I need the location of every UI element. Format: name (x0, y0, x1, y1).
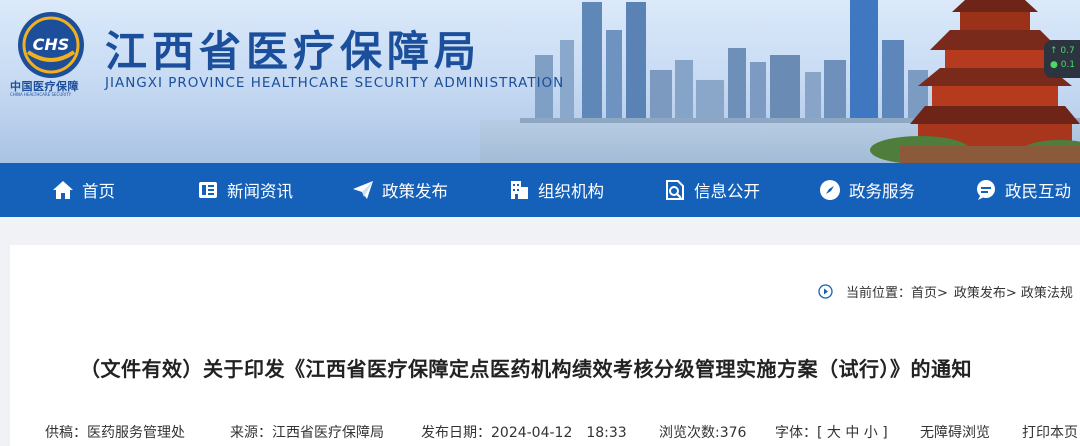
widget-line-top: ↑ 0.7 (1050, 46, 1075, 56)
nav-item-interaction[interactable]: 政民互动 (975, 163, 1071, 217)
meta-source-dept: 供稿：医药服务管理处 (45, 425, 185, 441)
stock-widget[interactable]: ↑ 0.7 ● 0.1 (1044, 40, 1080, 78)
breadcrumb-policy[interactable]: 政策发布> (954, 282, 1017, 301)
breadcrumb: 当前位置： 首页> 政策发布> 政策法规 (818, 282, 1073, 301)
city-skyline-image (520, 0, 1080, 163)
nav-label: 政民互动 (1005, 182, 1071, 201)
nav-label: 政务服务 (849, 182, 915, 201)
compass-icon (819, 179, 841, 201)
header-banner: CHS 中国医疗保障 CHINA HEALTHCARE SECURITY 江西省… (0, 0, 1080, 163)
nav-item-organization[interactable]: 组织机构 (508, 163, 604, 217)
accessibility-link[interactable]: 无障碍浏览 (920, 422, 990, 442)
breadcrumb-regulations[interactable]: 政策法规 (1021, 282, 1073, 301)
breadcrumb-home[interactable]: 首页> (911, 282, 948, 301)
logo-english-text: CHINA HEALTHCARE SECURITY (10, 92, 72, 97)
nav-item-services[interactable]: 政务服务 (819, 163, 915, 217)
site-title-en: JIANGXI PROVINCE HEALTHCARE SECURITY ADM… (105, 75, 565, 91)
main-nav: 首页 新闻资讯 政策发布 组织机构 信息公开 政务服务 政民互动 (0, 163, 1080, 217)
meta-publish-date: 发布日期：2024-04-12 18:33 (421, 425, 627, 441)
article-title: （文件有效）关于印发《江西省医疗保障定点医药机构绩效考核分级管理实施方案（试行）… (80, 357, 972, 381)
meta-views: 浏览次数:376 (659, 425, 747, 441)
font-size-selector[interactable]: 字体：[ 大 中 小 ] (775, 422, 888, 442)
meta-origin: 来源：江西省医疗保障局 (230, 425, 384, 441)
nav-label: 新闻资讯 (227, 182, 293, 201)
chs-logo-icon: CHS (18, 12, 84, 78)
breadcrumb-prefix: 当前位置： (846, 286, 912, 301)
logo-badge-text: CHS (33, 35, 70, 54)
nav-label: 信息公开 (694, 182, 760, 201)
building-icon (508, 179, 530, 201)
home-icon (52, 179, 74, 201)
nav-label: 政策发布 (382, 182, 448, 201)
nav-item-info-disclosure[interactable]: 信息公开 (664, 163, 760, 217)
article-container: 当前位置： 首页> 政策发布> 政策法规 （文件有效）关于印发《江西省医疗保障定… (10, 245, 1080, 446)
nav-label: 组织机构 (538, 182, 604, 201)
page: CHS 中国医疗保障 CHINA HEALTHCARE SECURITY 江西省… (0, 0, 1080, 446)
paper-plane-icon (352, 179, 374, 201)
chat-icon (975, 179, 997, 201)
info-disclosure-icon (664, 179, 686, 201)
nav-item-home[interactable]: 首页 (52, 163, 115, 217)
news-icon (197, 179, 219, 201)
nav-label: 首页 (82, 182, 115, 201)
widget-line-bottom: ● 0.1 (1050, 60, 1076, 70)
nav-item-news[interactable]: 新闻资讯 (197, 163, 293, 217)
nav-item-policy[interactable]: 政策发布 (352, 163, 448, 217)
site-title-cn: 江西省医疗保障局 (105, 27, 482, 76)
print-link[interactable]: 打印本页 (1022, 422, 1078, 442)
location-arrow-icon (818, 284, 833, 299)
